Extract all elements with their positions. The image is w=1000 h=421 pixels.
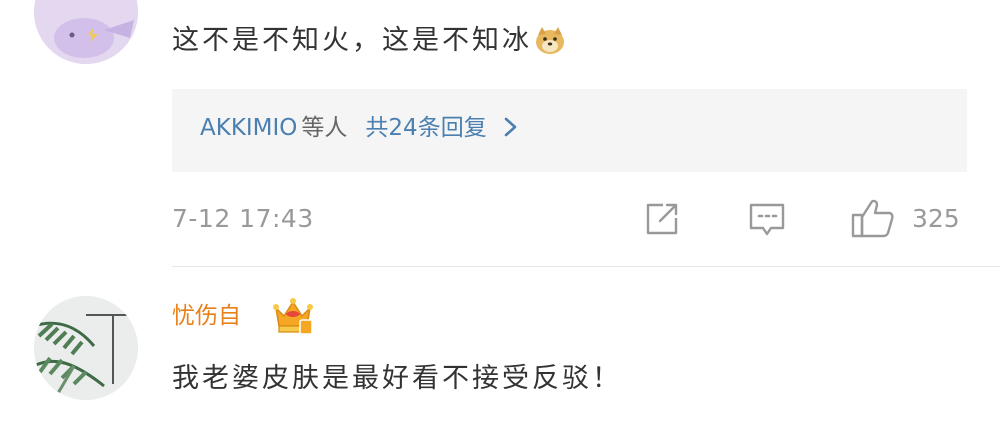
share-icon[interactable] [643, 200, 681, 238]
avatar[interactable] [34, 0, 138, 64]
replies-summary[interactable]: AKKIMIO 等人 共24条回复 [200, 117, 519, 140]
comment-timestamp: 7-12 17:43 [172, 204, 314, 233]
reply-count-link[interactable]: 共24条回复 [365, 115, 486, 141]
avatar[interactable] [34, 296, 138, 400]
username[interactable]: 忧伤自 [172, 305, 241, 328]
replies-panel[interactable]: AKKIMIO 等人 共24条回复 [172, 89, 967, 172]
doge-emoji-icon [536, 26, 564, 54]
comment-text: 这不是不知火，这是不知冰 [172, 25, 566, 56]
comment-text: 我老婆皮肤是最好看不接受反驳！ [172, 363, 622, 394]
like-count: 325 [912, 204, 960, 233]
reply-user-link[interactable]: AKKIMIO [200, 115, 297, 141]
palm-avatar-icon [34, 296, 138, 400]
comment-icon[interactable] [748, 200, 786, 238]
comment-divider [172, 266, 1000, 267]
chevron-right-icon[interactable] [503, 116, 519, 138]
crown-badge-icon [273, 298, 313, 335]
thumbs-up-icon[interactable] [850, 197, 896, 239]
bird-avatar-icon [34, 0, 138, 64]
comment-body: 这不是不知火，这是不知冰 [172, 25, 532, 56]
reply-users-suffix: 等人 [301, 115, 348, 141]
